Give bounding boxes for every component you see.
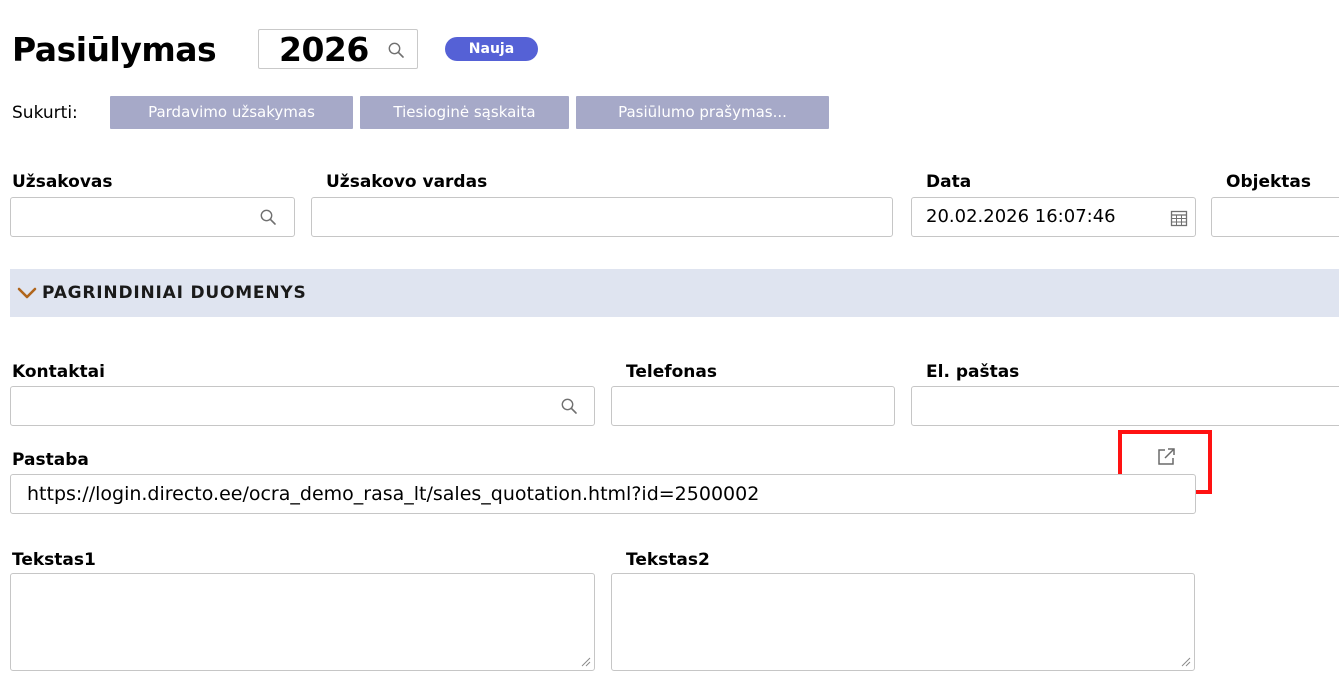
resize-grip-icon[interactable]: [1181, 657, 1191, 667]
customer-name-label: Užsakovo vardas: [326, 172, 488, 192]
text2-textarea[interactable]: [611, 573, 1195, 671]
date-label: Data: [926, 172, 972, 192]
create-direct-invoice-button[interactable]: Tiesioginė sąskaita: [360, 96, 569, 129]
contacts-field[interactable]: [10, 386, 595, 426]
section-title: PAGRINDINIAI DUOMENYS: [42, 283, 307, 303]
resize-grip-icon[interactable]: [581, 657, 591, 667]
phone-field[interactable]: [611, 386, 895, 426]
page-title: Pasiūlymas: [12, 30, 217, 69]
create-sales-order-button[interactable]: Pardavimo užsakymas: [110, 96, 353, 129]
note-field[interactable]: https://login.directo.ee/ocra_demo_rasa_…: [10, 474, 1196, 514]
text2-label: Tekstas2: [626, 550, 710, 570]
search-icon[interactable]: [259, 208, 277, 226]
search-icon[interactable]: [560, 397, 578, 415]
calendar-icon[interactable]: [1170, 209, 1188, 227]
date-value: 20.02.2026 16:07:46: [926, 206, 1116, 227]
customer-name-field[interactable]: [311, 197, 893, 237]
create-label: Sukurti:: [12, 103, 78, 123]
search-icon[interactable]: [387, 41, 405, 59]
customer-label: Užsakovas: [12, 172, 113, 192]
note-label: Pastaba: [12, 450, 89, 470]
date-field[interactable]: 20.02.2026 16:07:46: [911, 197, 1196, 237]
document-number-field[interactable]: 2026: [258, 29, 418, 69]
email-label: El. paštas: [926, 362, 1020, 382]
status-badge: Nauja: [445, 37, 538, 61]
note-value: https://login.directo.ee/ocra_demo_rasa_…: [27, 483, 760, 505]
contacts-label: Kontaktai: [12, 362, 105, 382]
document-number-value: 2026: [279, 30, 369, 69]
text1-label: Tekstas1: [12, 550, 96, 570]
object-field[interactable]: [1211, 197, 1339, 237]
object-label: Objektas: [1226, 172, 1311, 192]
email-field[interactable]: [911, 386, 1339, 426]
text1-textarea[interactable]: [10, 573, 595, 671]
phone-label: Telefonas: [626, 362, 717, 382]
chevron-down-icon[interactable]: [17, 286, 37, 300]
customer-field[interactable]: [10, 197, 295, 237]
create-quotation-request-button[interactable]: Pasiūlumo prašymas...: [576, 96, 829, 129]
section-header-main-data[interactable]: PAGRINDINIAI DUOMENYS: [10, 269, 1339, 317]
